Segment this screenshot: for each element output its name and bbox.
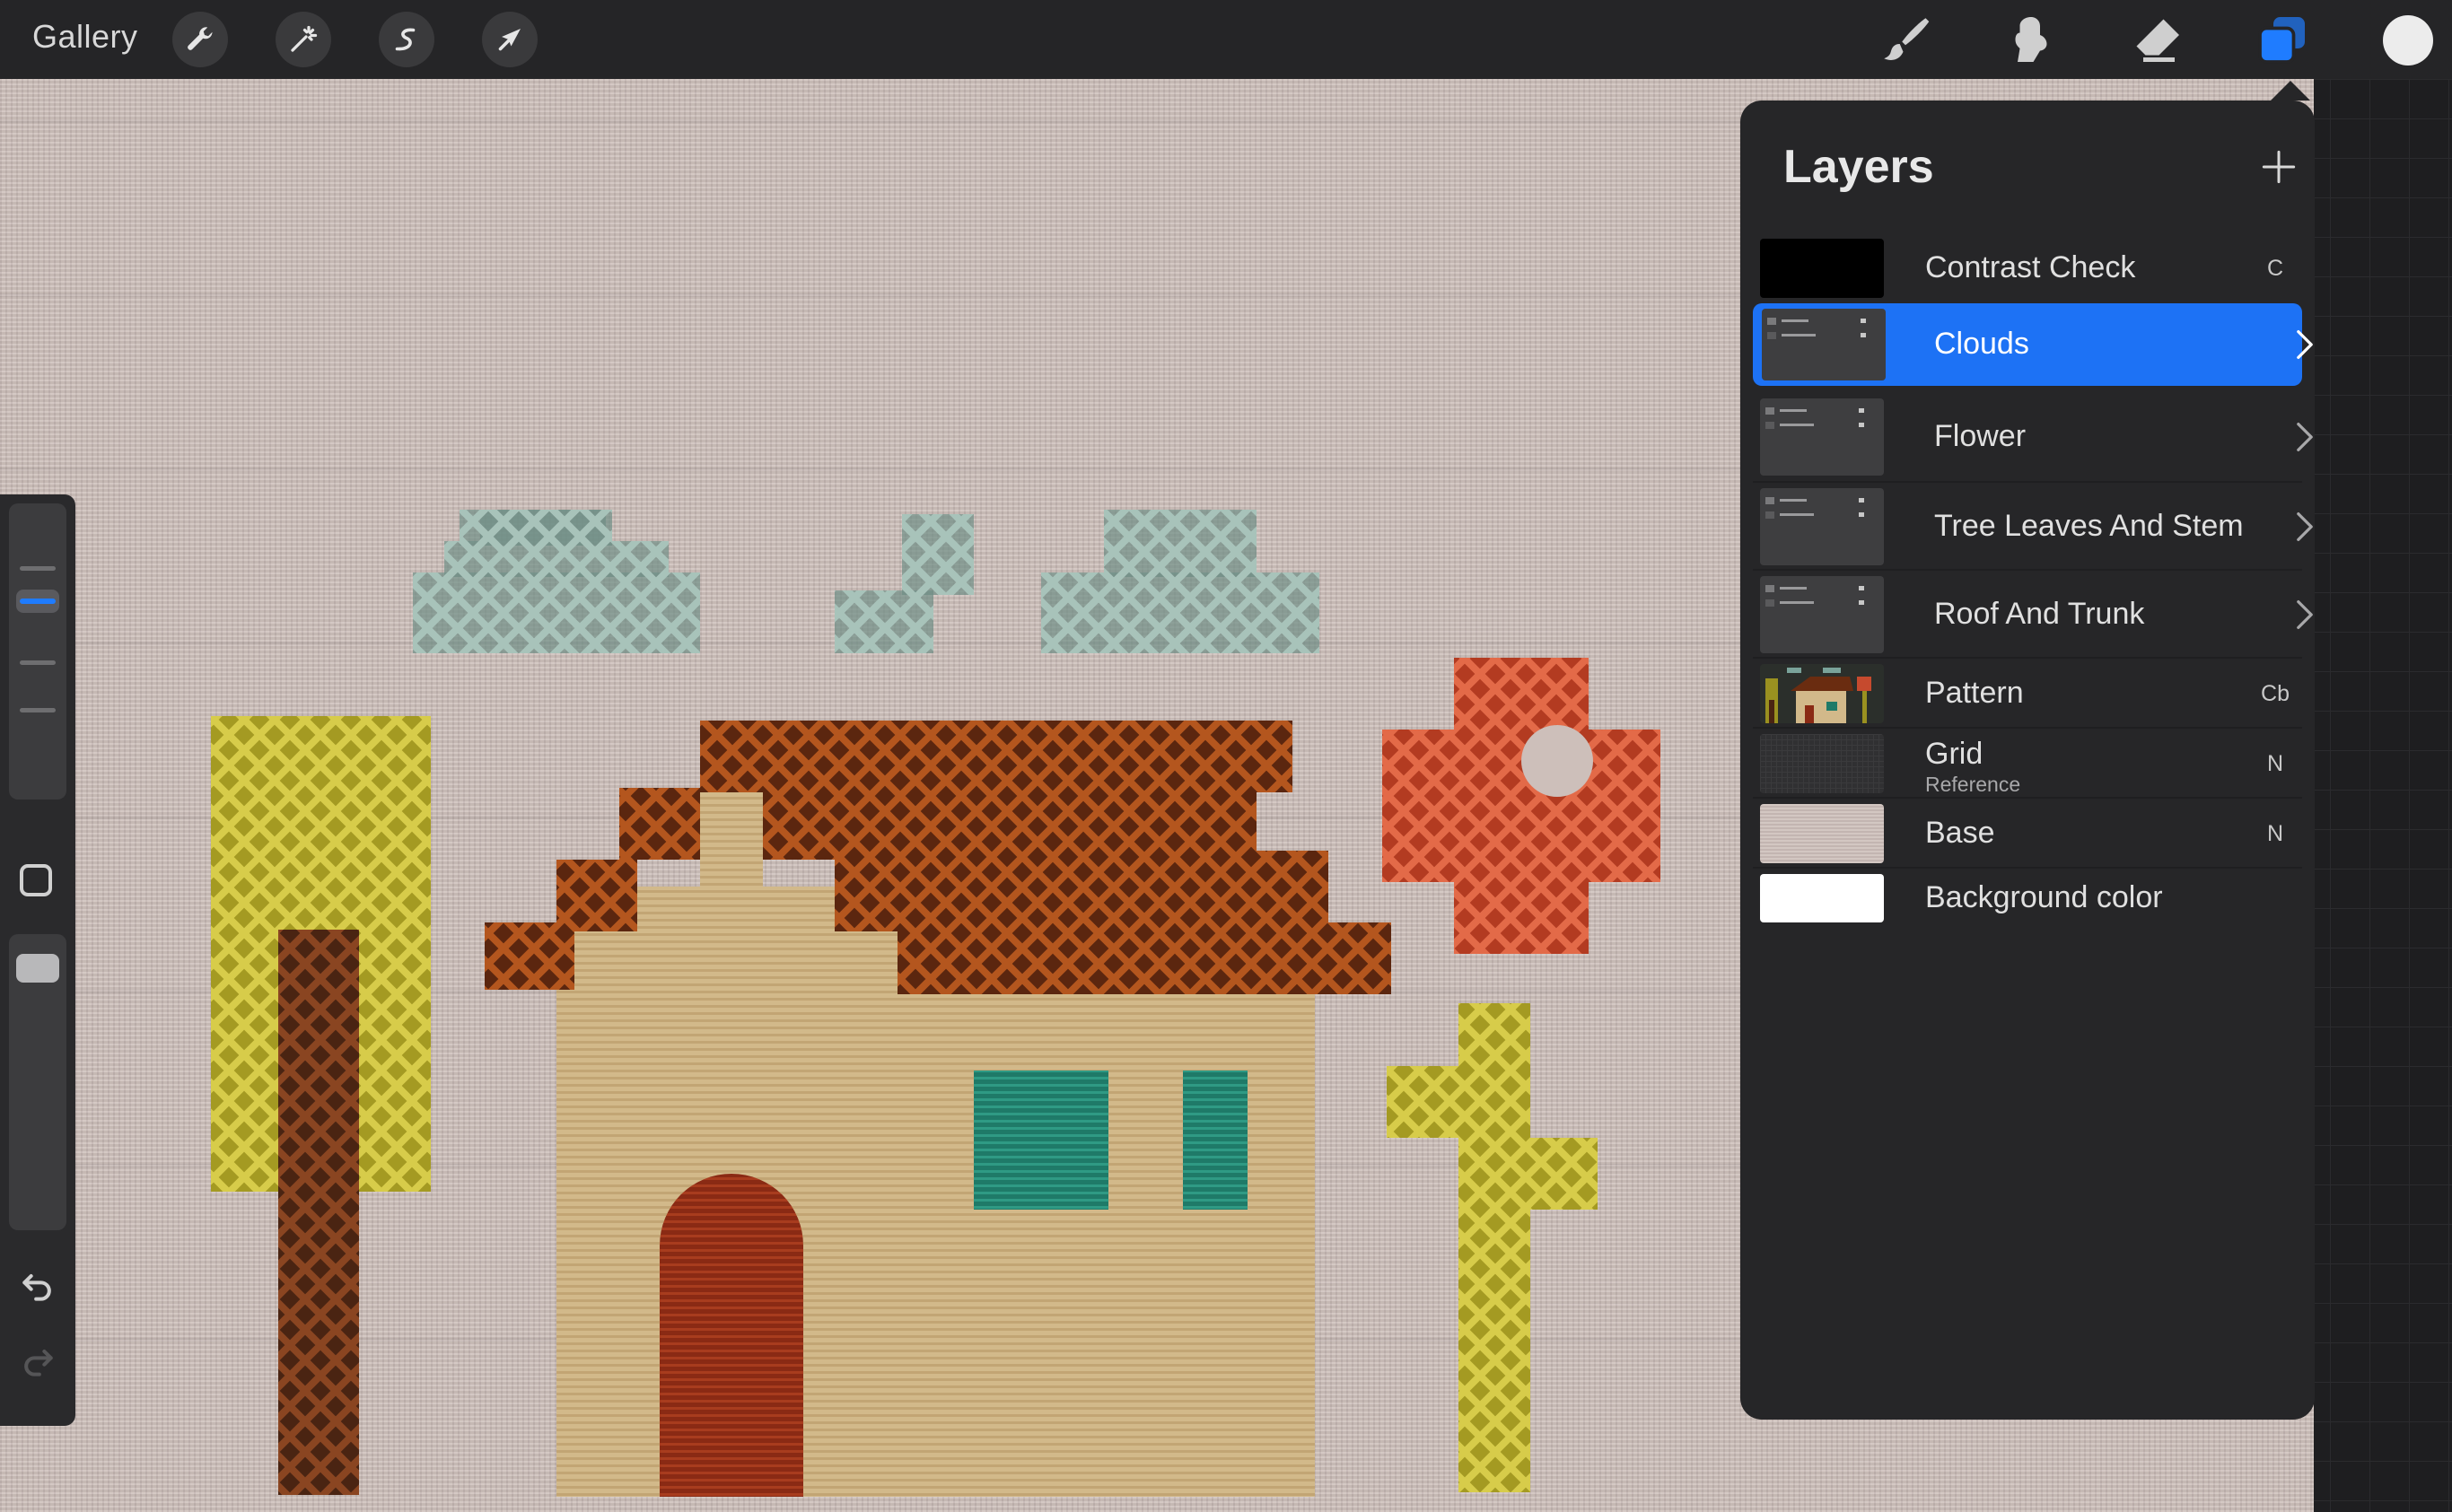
panel-title: Layers (1783, 141, 1934, 193)
layer-row[interactable]: Grid Reference N (1753, 727, 2302, 799)
blend-mode-button[interactable]: C (2267, 256, 2283, 282)
chevron-right-icon[interactable] (2295, 421, 2315, 453)
eraser-icon (2136, 19, 2179, 62)
color-picker-button[interactable] (2383, 15, 2433, 66)
layer-row[interactable]: Tree Leaves And Stem (1753, 481, 2313, 571)
layer-name: Background color (1925, 880, 2163, 914)
brush-opacity-slider[interactable] (9, 934, 66, 1230)
layer-thumbnail[interactable] (1760, 734, 1884, 793)
gallery-button[interactable]: Gallery (32, 18, 138, 56)
layer-name: Roof And Trunk (1934, 597, 2145, 631)
brush-opacity-thumb[interactable] (16, 954, 59, 983)
selection-icon (395, 28, 416, 51)
smudge-icon (2015, 17, 2047, 62)
layer-name: Contrast Check (1925, 250, 2136, 284)
layers-button[interactable] (2250, 7, 2315, 72)
blend-mode-button[interactable]: Cb (2261, 681, 2290, 707)
layer-name: Pattern (1925, 676, 2024, 710)
layer-row[interactable]: Pattern Cb (1753, 657, 2302, 729)
add-layer-icon[interactable] (2261, 149, 2297, 185)
layer-row[interactable]: Background color (1753, 867, 2302, 928)
redo-icon[interactable] (18, 1342, 57, 1381)
brush-button[interactable] (1873, 7, 1938, 72)
modify-button[interactable] (20, 864, 52, 896)
transform-arrow-icon (498, 29, 521, 51)
brush-size-slider[interactable] (9, 503, 66, 800)
layer-thumbnail[interactable] (1760, 874, 1884, 922)
eraser-button[interactable] (2124, 7, 2189, 72)
layer-thumbnail[interactable] (1760, 664, 1884, 723)
layer-thumbnail[interactable] (1760, 804, 1884, 863)
layer-thumbnail[interactable] (1760, 488, 1884, 565)
left-sidebar (0, 494, 75, 1426)
layer-name: Clouds (1934, 327, 2029, 361)
layer-thumbnail[interactable] (1760, 398, 1884, 476)
magic-wand-icon (291, 25, 318, 52)
chevron-right-icon[interactable] (2295, 599, 2315, 631)
smudge-button[interactable] (1999, 7, 2063, 72)
blend-mode-button[interactable]: N (2267, 751, 2283, 777)
layer-thumbnail[interactable] (1760, 576, 1884, 653)
layer-row[interactable]: Base N (1753, 797, 2302, 869)
layer-name: Tree Leaves And Stem (1934, 509, 2244, 543)
layer-row[interactable]: Roof And Trunk (1753, 569, 2313, 659)
layer-row[interactable]: Contrast Check C (1753, 233, 2302, 303)
actions-button[interactable] (172, 12, 228, 67)
brush-icon (1884, 18, 1930, 60)
top-toolbar: Gallery (0, 0, 2452, 79)
selection-button[interactable] (379, 12, 434, 67)
adjustments-button[interactable] (276, 12, 331, 67)
layer-thumbnail[interactable] (1762, 309, 1886, 380)
panel-pointer (2271, 81, 2310, 101)
layer-sublabel: Reference (1925, 773, 2021, 796)
slider-tick (20, 566, 56, 571)
wrench-icon (188, 27, 213, 50)
chevron-right-icon[interactable] (2295, 511, 2315, 543)
layer-row[interactable]: Clouds (1753, 303, 2313, 386)
brush-size-thumb[interactable] (16, 590, 59, 613)
layers-icon (2258, 17, 2305, 64)
transform-button[interactable] (482, 12, 538, 67)
slider-tick (20, 708, 56, 712)
layer-row[interactable]: Flower (1753, 393, 2313, 481)
layer-thumbnail[interactable] (1760, 239, 1884, 298)
layer-name: Flower (1934, 419, 2027, 453)
undo-icon[interactable] (18, 1266, 57, 1306)
layer-name: Grid (1925, 737, 1983, 771)
slider-tick (20, 660, 56, 665)
blend-mode-button[interactable]: N (2267, 821, 2283, 847)
chevron-right-icon[interactable] (2295, 328, 2315, 361)
layer-name: Base (1925, 816, 1995, 850)
layers-panel: Layers Contrast Check C Clouds Flower Tree L… (1740, 101, 2315, 1420)
